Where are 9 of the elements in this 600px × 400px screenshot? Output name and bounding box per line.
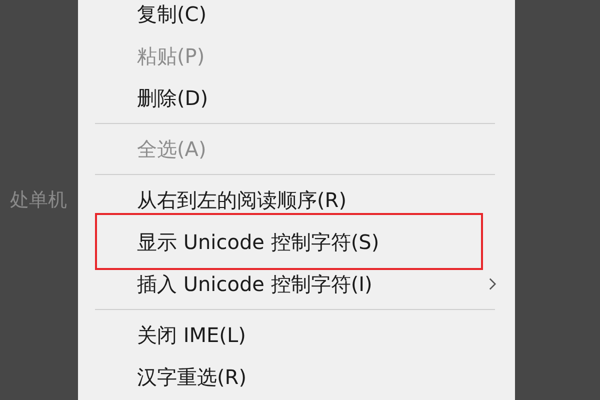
menu-item[interactable]: 插入 Unicode 控制字符(I) xyxy=(78,263,515,305)
menu-item[interactable]: 删除(D) xyxy=(78,77,515,119)
menu-item[interactable]: 显示 Unicode 控制字符(S) xyxy=(78,221,515,263)
menu-item[interactable]: 从右到左的阅读顺序(R) xyxy=(78,179,515,221)
chevron-icon xyxy=(488,277,497,291)
menu-item[interactable]: 关闭 IME(L) xyxy=(78,314,515,356)
menu-item[interactable]: 复制(C) xyxy=(78,0,515,35)
menu-item[interactable]: 汉字重选(R) xyxy=(78,356,515,398)
background-text: 处单机 xyxy=(10,188,68,213)
